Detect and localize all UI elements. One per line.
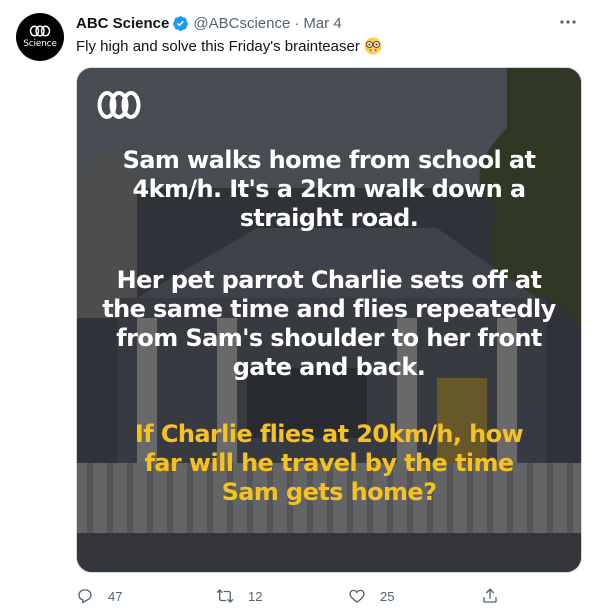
tweet-actions: 47 12 25 [76, 584, 516, 608]
reply-button[interactable]: 47 [76, 584, 122, 608]
tweet-date[interactable]: Mar 4 [303, 15, 341, 32]
tweet-image[interactable]: Sam walks home from school at 4km/h. It'… [76, 67, 582, 573]
retweet-button[interactable]: 12 [216, 584, 262, 608]
separator-dot: · [294, 14, 300, 32]
author-name[interactable]: ABC Science [76, 15, 169, 32]
abc-logo-icon [29, 25, 51, 37]
tweet-body: Fly high and solve this Friday's brainte… [76, 37, 360, 55]
author-handle[interactable]: @ABCscience [193, 15, 290, 32]
like-count: 25 [380, 588, 395, 604]
more-options-button[interactable] [556, 12, 580, 32]
heart-icon [349, 589, 365, 603]
reply-icon [78, 589, 92, 604]
puzzle-question: If Charlie flies at 20km/h, how far will… [134, 420, 524, 506]
tweet[interactable]: Science ABC Science @ABCscience · Mar 4 … [0, 0, 598, 616]
tweet-header: ABC Science @ABCscience · Mar 4 [76, 13, 342, 33]
retweet-count: 12 [248, 588, 263, 604]
retweet-icon [216, 589, 234, 603]
more-icon [560, 20, 576, 24]
avatar-label: Science [23, 39, 57, 49]
avatar[interactable]: Science [16, 13, 64, 61]
puzzle-paragraph-1: Sam walks home from school at 4km/h. It'… [122, 146, 536, 232]
nerd-face-emoji-icon [364, 37, 382, 55]
reply-count: 47 [108, 588, 123, 604]
share-button[interactable] [481, 584, 499, 608]
abc-logo-icon [97, 91, 141, 119]
like-button[interactable]: 25 [348, 584, 394, 608]
verified-badge-icon [173, 15, 189, 31]
puzzle-paragraph-2: Her pet parrot Charlie sets off at the s… [102, 266, 556, 381]
share-icon [483, 588, 497, 603]
tweet-text: Fly high and solve this Friday's brainte… [76, 37, 382, 55]
